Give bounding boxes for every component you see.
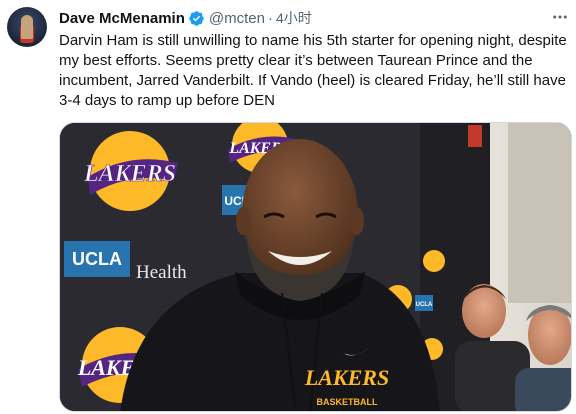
more-icon[interactable] bbox=[548, 6, 572, 28]
shirt-text: LAKERS bbox=[304, 365, 389, 390]
svg-text:UCLA: UCLA bbox=[72, 249, 122, 269]
author-name[interactable]: Dave McMenamin bbox=[59, 10, 185, 27]
tweet-media-photo[interactable]: LAKERS LAKERS UCLA Health UCLA Health bbox=[59, 122, 572, 412]
svg-text:Health: Health bbox=[136, 262, 187, 283]
doorway bbox=[508, 123, 571, 303]
tweet-header: Dave McMenamin @mcten · 4小时 bbox=[59, 8, 312, 28]
avatar[interactable] bbox=[7, 7, 47, 47]
shirt-subtext: BASKETBALL bbox=[317, 397, 378, 407]
ucla-health-sign-3: UCLA bbox=[415, 295, 433, 311]
lakers-logo-small-2 bbox=[423, 250, 445, 272]
avatar-figure-head bbox=[21, 15, 33, 39]
exit-sign bbox=[468, 125, 482, 147]
separator-dot: · bbox=[267, 9, 273, 27]
tweet-text: Darvin Ham is still unwilling to name hi… bbox=[59, 32, 567, 109]
svg-text:LAKERS: LAKERS bbox=[83, 161, 176, 187]
timestamp[interactable]: 4小时 bbox=[276, 8, 312, 28]
svg-text:UCLA: UCLA bbox=[416, 302, 433, 308]
author-handle[interactable]: @mcten bbox=[209, 10, 265, 27]
tweet[interactable]: Dave McMenamin @mcten · 4小时 Darvin Ham i… bbox=[0, 0, 576, 414]
verified-badge-icon bbox=[188, 10, 205, 27]
